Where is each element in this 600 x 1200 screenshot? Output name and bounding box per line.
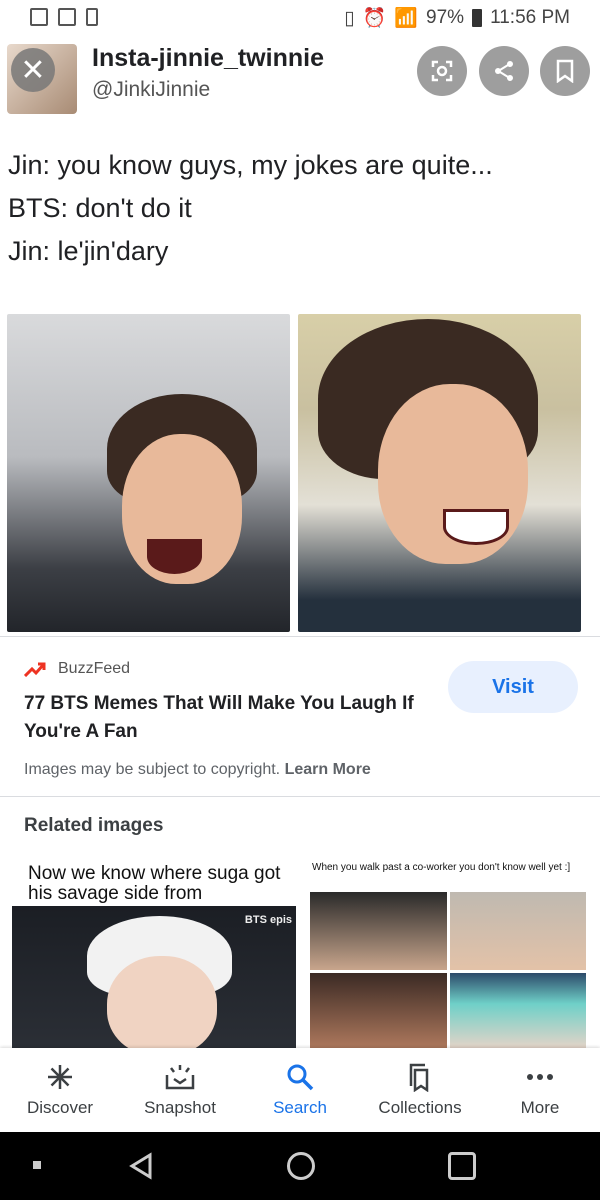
nav-discover[interactable]: Discover: [0, 1048, 120, 1132]
bottom-navigation: Discover Snapshot Search Collections Mor…: [0, 1048, 600, 1132]
search-icon: [286, 1062, 314, 1092]
result-title[interactable]: 77 BTS Memes That Will Make You Laugh If…: [24, 690, 434, 746]
nav-label: More: [520, 1098, 560, 1117]
lens-button[interactable]: [417, 46, 467, 96]
recents-icon[interactable]: [448, 1152, 476, 1180]
battery-percent: 97%: [426, 7, 465, 28]
system-navigation-bar: [0, 1132, 600, 1200]
related-image-photo: BTS epis: [12, 906, 296, 1050]
status-bar: ▯ ⏰ 📶 97% 11:56 PM: [0, 0, 600, 36]
related-image-overlay: BTS epis: [244, 914, 292, 926]
share-button[interactable]: [479, 46, 529, 96]
more-dots-icon: [526, 1062, 554, 1092]
buzzfeed-trend-icon: [24, 662, 46, 677]
notification-icons: [30, 8, 98, 26]
signal-icon: 📶: [394, 8, 419, 29]
related-image-caption: When you walk past a co-worker you don't…: [312, 862, 571, 873]
bookmark-icon: [556, 59, 574, 83]
close-button[interactable]: ✕: [11, 48, 55, 92]
related-image-collage: [310, 892, 586, 1050]
tweet-display-name: Insta-jinnie_twinnie: [92, 44, 324, 72]
related-image-caption: Now we know where suga got his savage si…: [28, 863, 281, 904]
tweet-photo-right: [298, 314, 581, 632]
share-icon: [495, 61, 513, 81]
home-icon[interactable]: [287, 1152, 315, 1180]
tweet-line: Jin: you know guys, my jokes are quite..…: [8, 150, 493, 180]
system-status: ▯ ⏰ 📶 97% 11:56 PM: [344, 6, 570, 30]
nav-label: Snapshot: [144, 1098, 216, 1117]
tweet-photo-left: [7, 314, 290, 632]
back-icon[interactable]: [128, 1152, 154, 1180]
tweet-handle: @JinkiJinnie: [92, 78, 211, 101]
nav-snapshot[interactable]: Snapshot: [120, 1048, 240, 1132]
copyright-notice: Images may be subject to copyright. Lear…: [24, 761, 371, 779]
visit-button[interactable]: Visit: [448, 661, 578, 713]
nav-label: Discover: [26, 1098, 94, 1117]
save-button[interactable]: [540, 46, 590, 96]
snapshot-icon: [164, 1062, 196, 1092]
nav-collections[interactable]: Collections: [360, 1048, 480, 1132]
nav-more[interactable]: More: [480, 1048, 600, 1132]
divider: [0, 796, 600, 797]
tweet-text: Jin: you know guys, my jokes are quite..…: [8, 144, 493, 273]
tweet-line: Jin: le'jin'dary: [8, 236, 169, 266]
nav-search[interactable]: Search: [240, 1048, 360, 1132]
related-images-heading: Related images: [24, 815, 164, 836]
alarm-icon: ⏰: [362, 8, 387, 29]
related-image-card[interactable]: When you walk past a co-worker you don't…: [306, 860, 589, 1050]
indicator-dot: [33, 1161, 41, 1169]
collections-icon: [406, 1062, 434, 1092]
image-notification-icon: [30, 8, 48, 26]
close-icon: ✕: [20, 53, 46, 87]
source-row[interactable]: BuzzFeed: [24, 660, 130, 678]
nav-label: Search: [273, 1098, 327, 1117]
learn-more-link[interactable]: Learn More: [285, 761, 371, 778]
vibrate-icon: ▯: [344, 7, 355, 29]
divider: [0, 636, 600, 637]
image-viewer: ✕ Insta-jinnie_twinnie @JinkiJinnie Jin:…: [0, 36, 600, 636]
lens-icon: [431, 60, 453, 82]
nav-label: Collections: [378, 1098, 462, 1117]
tweet-line: BTS: don't do it: [8, 193, 192, 223]
copyright-text: Images may be subject to copyright.: [24, 761, 281, 778]
clock: 11:56 PM: [490, 7, 570, 28]
related-image-card[interactable]: Now we know where suga got his savage si…: [12, 860, 296, 1050]
asterisk-icon: [46, 1062, 74, 1092]
document-notification-icon: [58, 8, 76, 26]
download-notification-icon: [86, 8, 98, 26]
battery-icon: [472, 9, 483, 27]
source-name: BuzzFeed: [58, 660, 131, 677]
